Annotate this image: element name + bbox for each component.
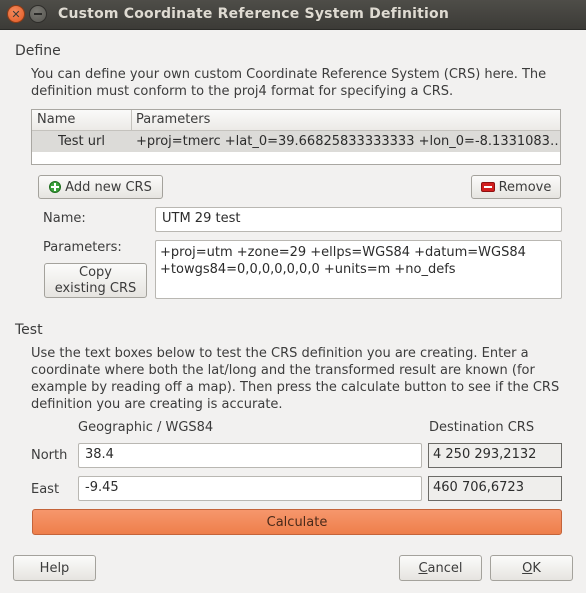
copy-existing-crs-button[interactable]: Copy existing CRS: [44, 263, 147, 298]
copy-label-line-2: existing CRS: [54, 280, 137, 296]
table-cell-name: Test url: [58, 134, 105, 149]
crs-definition-dialog: ✕ Custom Coordinate Reference System Def…: [0, 0, 586, 593]
define-description-line-1: You can define your own custom Coordinat…: [31, 67, 547, 82]
parameters-line-1: +proj=utm +zone=29 +ellps=WGS84 +datum=W…: [160, 245, 526, 260]
test-group-title: Test: [15, 322, 43, 338]
add-icon: [49, 181, 62, 193]
column-header-parameters[interactable]: Parameters: [136, 112, 210, 127]
add-new-crs-label: Add new CRS: [65, 179, 152, 195]
copy-label-line-1: Copy: [79, 264, 112, 280]
name-input[interactable]: UTM 29 test: [155, 207, 562, 232]
column-header-name[interactable]: Name: [37, 112, 75, 127]
east-result: 460 706,6723: [428, 476, 562, 501]
minimize-icon: [34, 13, 42, 15]
north-result: 4 250 293,2132: [428, 443, 562, 468]
define-group-title: Define: [15, 43, 61, 59]
ok-button[interactable]: OK: [490, 555, 573, 581]
cancel-button[interactable]: Cancel: [399, 555, 482, 581]
name-label: Name:: [43, 211, 86, 226]
calculate-button[interactable]: Calculate: [32, 509, 562, 535]
column-separator[interactable]: [131, 110, 132, 130]
cancel-mnemonic: C: [418, 560, 428, 576]
remove-icon: [480, 182, 495, 192]
close-icon: ✕: [11, 7, 21, 21]
cancel-label-rest: ancel: [427, 560, 463, 576]
remove-label: Remove: [498, 179, 552, 195]
title-bar: ✕ Custom Coordinate Reference System Def…: [0, 0, 586, 30]
ok-label-rest: K: [532, 560, 541, 576]
destination-header: Destination CRS: [429, 420, 535, 435]
parameters-textarea[interactable]: +proj=utm +zone=29 +ellps=WGS84 +datum=W…: [155, 240, 562, 299]
test-description-line-2: coordinate where both the lat/long and t…: [31, 363, 535, 378]
crs-table-header: Name Parameters: [32, 110, 560, 131]
parameters-label: Parameters:: [43, 240, 122, 255]
north-input[interactable]: 38.4: [78, 443, 422, 468]
add-new-crs-button[interactable]: Add new CRS: [38, 175, 163, 199]
crs-table[interactable]: Name Parameters Test url +proj=tmerc +la…: [31, 109, 561, 165]
remove-button[interactable]: Remove: [471, 175, 561, 199]
north-label: North: [31, 448, 68, 463]
window-title: Custom Coordinate Reference System Defin…: [58, 6, 449, 22]
define-description: You can define your own custom Coordinat…: [31, 66, 546, 100]
test-description: Use the text boxes below to test the CRS…: [31, 345, 559, 413]
test-description-line-3: example by reading off a map). Then pres…: [31, 380, 560, 395]
table-row[interactable]: Test url +proj=tmerc +lat_0=39.668258333…: [32, 131, 560, 152]
ok-mnemonic: O: [522, 560, 533, 576]
close-window-button[interactable]: ✕: [7, 5, 25, 23]
parameters-line-2: +towgs84=0,0,0,0,0,0,0 +units=m +no_defs: [160, 262, 456, 277]
east-input[interactable]: -9.45: [78, 476, 422, 501]
east-label: East: [31, 482, 60, 497]
test-description-line-1: Use the text boxes below to test the CRS…: [31, 346, 529, 361]
help-button[interactable]: Help: [13, 555, 96, 581]
minimize-window-button[interactable]: [29, 5, 47, 23]
geographic-header: Geographic / WGS84: [78, 420, 214, 435]
test-description-line-4: definition you are creating is accurate.: [31, 397, 283, 412]
table-cell-parameters: +proj=tmerc +lat_0=39.66825833333333 +lo…: [136, 134, 558, 149]
define-description-line-2: definition must conform to the proj4 for…: [31, 84, 454, 99]
